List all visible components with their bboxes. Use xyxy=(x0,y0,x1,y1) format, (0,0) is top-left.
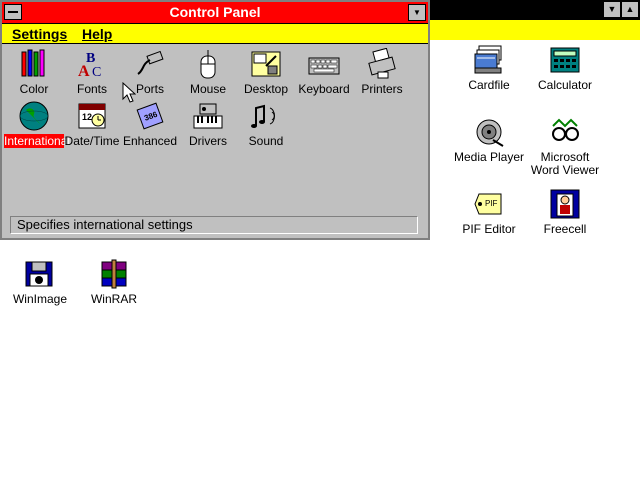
menubar: Settings Help xyxy=(2,24,428,44)
status-bar: Specifies international settings xyxy=(10,216,418,234)
keyboard-icon xyxy=(308,48,340,80)
keyboard-label: Keyboard xyxy=(298,82,350,96)
minimize-button[interactable]: ▼ xyxy=(408,4,426,21)
date-time-applet[interactable]: 12 Date/Time xyxy=(62,100,122,148)
cardfile-icon xyxy=(473,44,505,76)
mouse-label: Mouse xyxy=(189,82,227,96)
control-panel-window: Control Panel ▼ Settings Help Color BAC … xyxy=(0,0,430,240)
calendar-clock-icon: 12 xyxy=(76,100,108,132)
program-manager-maximize-button[interactable]: ▲ xyxy=(621,1,639,18)
drivers-label: Drivers xyxy=(189,134,227,148)
svg-text:12: 12 xyxy=(82,112,92,122)
fonts-icon: BAC xyxy=(76,48,108,80)
printer-icon xyxy=(366,47,398,80)
enhanced-label: Enhanced xyxy=(122,134,178,148)
freecell-icon xyxy=(549,188,581,220)
date-time-label: Date/Time xyxy=(64,134,120,148)
printers-label: Printers xyxy=(361,82,403,96)
color-label: Color xyxy=(19,82,49,96)
drivers-icon xyxy=(192,100,224,132)
mouse-applet[interactable]: Mouse xyxy=(178,48,238,96)
control-panel-titlebar[interactable]: Control Panel ▼ xyxy=(2,2,428,24)
pif-editor-icon: PIF xyxy=(473,188,505,220)
winrar-program[interactable]: WinRAR xyxy=(74,258,154,306)
word-viewer-program[interactable]: Microsoft Word Viewer xyxy=(525,116,605,177)
drivers-applet[interactable]: Drivers xyxy=(178,100,238,148)
enhanced-applet[interactable]: 386 Enhanced xyxy=(120,100,180,148)
winrar-label: WinRAR xyxy=(90,292,137,306)
media-player-label: Media Player xyxy=(453,150,525,164)
mouse-icon xyxy=(192,48,224,80)
calculator-icon xyxy=(549,44,581,76)
freecell-program[interactable]: Freecell xyxy=(525,188,605,236)
printers-applet[interactable]: Printers xyxy=(352,47,412,96)
winrar-icon xyxy=(98,258,130,290)
keyboard-applet[interactable]: Keyboard xyxy=(294,48,354,96)
word-viewer-icon xyxy=(549,116,581,148)
ports-icon xyxy=(134,48,166,80)
media-player-icon xyxy=(473,116,505,148)
winimage-icon xyxy=(24,258,56,290)
international-applet[interactable]: International xyxy=(4,100,71,148)
fonts-applet[interactable]: BAC Fonts xyxy=(62,48,122,96)
color-icon xyxy=(18,48,50,80)
program-manager-minimize-button[interactable]: ▼ xyxy=(603,1,621,18)
pif-editor-program[interactable]: PIF PIF Editor xyxy=(449,188,529,236)
svg-text:A: A xyxy=(78,63,90,80)
cardfile-program[interactable]: Cardfile xyxy=(449,44,529,92)
menu-settings[interactable]: Settings xyxy=(12,26,67,42)
winimage-program[interactable]: WinImage xyxy=(0,258,80,306)
mouse-cursor-icon xyxy=(122,81,137,107)
winimage-label: WinImage xyxy=(12,292,68,306)
desktop-label: Desktop xyxy=(243,82,289,96)
color-applet[interactable]: Color xyxy=(4,48,64,96)
sound-applet[interactable]: Sound xyxy=(236,100,296,148)
window-title: Control Panel xyxy=(169,4,261,20)
svg-text:PIF: PIF xyxy=(485,199,498,208)
svg-text:C: C xyxy=(92,65,101,80)
media-player-program[interactable]: Media Player xyxy=(449,116,529,164)
fonts-label: Fonts xyxy=(76,82,107,96)
word-viewer-label: Microsoft Word Viewer xyxy=(530,150,600,177)
control-panel-icons-area: Color BAC Fonts Ports Mouse Desktop Keyb… xyxy=(2,44,428,214)
pif-editor-label: PIF Editor xyxy=(462,222,516,236)
freecell-label: Freecell xyxy=(543,222,587,236)
calculator-label: Calculator xyxy=(537,78,593,92)
sound-label: Sound xyxy=(248,134,284,148)
calculator-program[interactable]: Calculator xyxy=(525,44,605,92)
globe-icon xyxy=(18,100,50,132)
international-label: International xyxy=(4,134,71,148)
sound-icon xyxy=(250,100,282,132)
cardfile-label: Cardfile xyxy=(468,78,510,92)
desktop-applet[interactable]: Desktop xyxy=(236,48,296,96)
chip-386-icon: 386 xyxy=(134,100,166,132)
desktop-icon xyxy=(250,48,282,80)
menu-help[interactable]: Help xyxy=(82,26,112,42)
